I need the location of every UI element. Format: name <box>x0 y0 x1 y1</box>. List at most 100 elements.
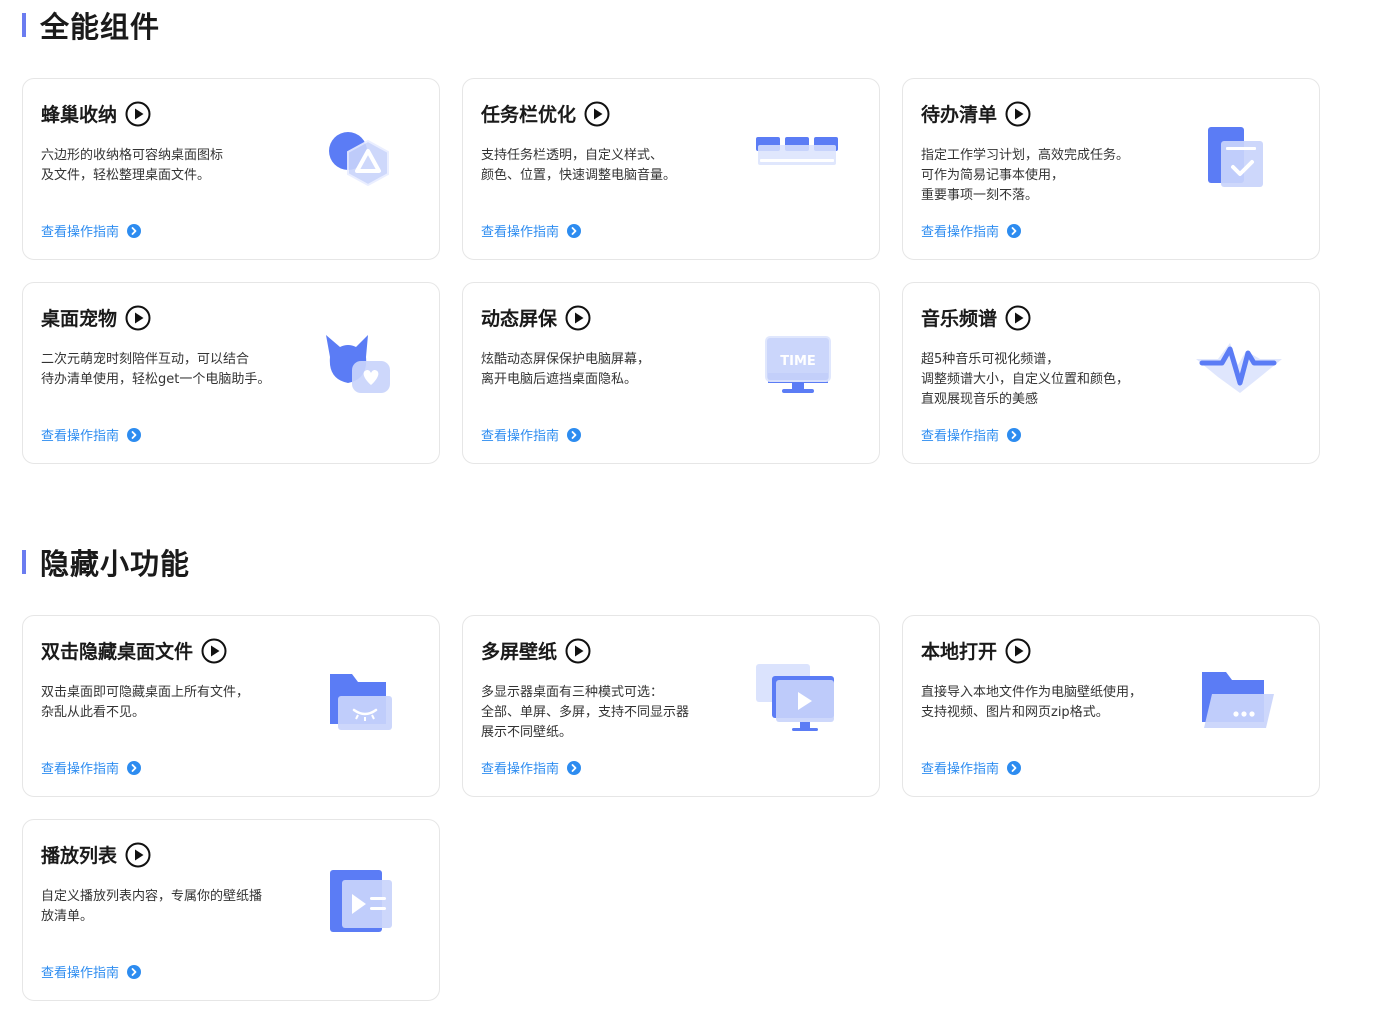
card-description-line: 支持视频、图片和网页zip格式。 <box>921 705 1109 720</box>
chevron-right-icon <box>567 427 582 442</box>
feature-card-taskbar: 任务栏优化 支持任务栏透明，自定义样式、 颜色、位置，快速调整电脑音量。 查看操作… <box>462 78 880 260</box>
view-guide-link[interactable]: 查看操作指南 <box>481 758 582 777</box>
chevron-right-icon <box>1007 760 1022 775</box>
card-description: 多显示器桌面有三种模式可选： 全部、单屏、多屏，支持不同显示器 展示不同壁纸。 <box>481 683 751 743</box>
card-description: 指定工作学习计划，高效完成任务。 可作为简易记事本使用， 重要事项一刻不落。 <box>921 146 1191 206</box>
card-description: 双击桌面即可隐藏桌面上所有文件， 杂乱从此看不见。 <box>41 683 311 723</box>
desktop-pet-icon <box>308 323 408 413</box>
card-description: 自定义播放列表内容，专属你的壁纸播 放清单。 <box>41 887 311 927</box>
card-description-line: 六边形的收纳格可容纳桌面图标 <box>41 148 224 163</box>
card-description: 二次元萌宠时刻陪伴互动，可以结合待办清单使用，轻松get一个电脑助手。 <box>41 350 311 390</box>
card-description-line: 放清单。 <box>41 909 94 924</box>
play-video-icon[interactable] <box>584 101 610 127</box>
feature-card-todo: 待办清单 指定工作学习计划，高效完成任务。 可作为简易记事本使用， 重要事项一刻不落… <box>902 78 1320 260</box>
section-accent-bar <box>22 550 26 574</box>
view-guide-link-text[interactable]: 查看操作指南 <box>41 221 119 240</box>
screensaver-monitor-icon: TIME <box>748 323 848 413</box>
view-guide-link-text[interactable]: 查看操作指南 <box>481 758 559 777</box>
card-description-line: 杂乱从此看不见。 <box>41 705 146 720</box>
chevron-right-icon <box>1007 427 1022 442</box>
play-video-icon[interactable] <box>125 305 151 331</box>
play-video-icon[interactable] <box>1005 101 1031 127</box>
view-guide-link-text[interactable]: 查看操作指南 <box>921 758 999 777</box>
play-video-icon[interactable] <box>125 842 151 868</box>
card-description-line: 重要事项一刻不落。 <box>921 188 1039 203</box>
card-description-line: 颜色、位置，快速调整电脑音量。 <box>481 168 677 183</box>
view-guide-link-text[interactable]: 查看操作指南 <box>921 221 999 240</box>
chevron-right-icon <box>127 223 142 238</box>
chevron-right-icon <box>127 760 142 775</box>
card-header: 多屏壁纸 <box>481 637 591 664</box>
taskbar-icon <box>748 119 848 209</box>
play-video-icon[interactable] <box>1005 638 1031 664</box>
card-description-line: 展示不同壁纸。 <box>481 725 573 740</box>
card-title: 待办清单 <box>921 104 998 126</box>
view-guide-link[interactable]: 查看操作指南 <box>481 221 582 240</box>
multi-monitor-icon <box>748 656 848 746</box>
view-guide-link[interactable]: 查看操作指南 <box>481 425 582 444</box>
card-header: 双击隐藏桌面文件 <box>41 637 227 664</box>
card-title: 动态屏保 <box>481 308 558 330</box>
play-video-icon[interactable] <box>201 638 227 664</box>
card-description-line: 直观展现音乐的美感 <box>921 392 1039 407</box>
play-video-icon[interactable] <box>565 638 591 664</box>
chevron-right-icon <box>1007 223 1022 238</box>
card-description-line: 待办清单使用，轻松get一个电脑助手。 <box>41 372 271 387</box>
card-header: 蜂巢收纳 <box>41 100 151 127</box>
hidden-folder-icon <box>308 656 408 746</box>
card-header: 待办清单 <box>921 100 1031 127</box>
card-title: 播放列表 <box>41 845 118 867</box>
view-guide-link-text[interactable]: 查看操作指南 <box>921 425 999 444</box>
view-guide-link[interactable]: 查看操作指南 <box>921 221 1022 240</box>
view-guide-link[interactable]: 查看操作指南 <box>41 425 142 444</box>
card-header: 播放列表 <box>41 841 151 868</box>
card-description: 炫酷动态屏保保护电脑屏幕， 离开电脑后遮挡桌面隐私。 <box>481 350 751 390</box>
playlist-icon <box>308 860 408 950</box>
music-spectrum-icon <box>1188 323 1288 413</box>
view-guide-link-text[interactable]: 查看操作指南 <box>41 758 119 777</box>
section-title-all-widgets: 全能组件 <box>22 8 160 44</box>
card-description: 支持任务栏透明，自定义样式、 颜色、位置，快速调整电脑音量。 <box>481 146 751 186</box>
view-guide-link[interactable]: 查看操作指南 <box>41 758 142 777</box>
play-video-icon[interactable] <box>1005 305 1031 331</box>
card-description: 直接导入本地文件作为电脑壁纸使用， 支持视频、图片和网页zip格式。 <box>921 683 1191 723</box>
card-description: 六边形的收纳格可容纳桌面图标 及文件，轻松整理桌面文件。 <box>41 146 311 186</box>
card-header: 本地打开 <box>921 637 1031 664</box>
feature-card-localopen: 本地打开 直接导入本地文件作为电脑壁纸使用， 支持视频、图片和网页zip格式。 查… <box>902 615 1320 797</box>
chevron-right-icon <box>127 427 142 442</box>
card-description: 超5种音乐可视化频谱， 调整频谱大小，自定义位置和颜色， 直观展现音乐的美感 <box>921 350 1191 410</box>
view-guide-link[interactable]: 查看操作指南 <box>41 962 142 981</box>
feature-card-playlist: 播放列表 自定义播放列表内容，专属你的壁纸播 放清单。 查看操作指南 <box>22 819 440 1001</box>
feature-card-music: 音乐频谱 超5种音乐可视化频谱， 调整频谱大小，自定义位置和颜色， 直观展现音乐的美… <box>902 282 1320 464</box>
screensaver-badge-text: TIME <box>780 354 816 369</box>
play-video-icon[interactable] <box>565 305 591 331</box>
view-guide-link[interactable]: 查看操作指南 <box>41 221 142 240</box>
feature-card-hidefiles: 双击隐藏桌面文件 双击桌面即可隐藏桌面上所有文件， 杂乱从此看不见。 查看操作指南 <box>22 615 440 797</box>
local-folder-icon <box>1188 656 1288 746</box>
section-title-text: 隐藏小功能 <box>40 547 191 581</box>
card-title: 本地打开 <box>921 641 998 663</box>
card-description-line: 双击桌面即可隐藏桌面上所有文件， <box>41 685 250 700</box>
section-title-hidden-features: 隐藏小功能 <box>22 545 190 581</box>
card-description-line: 二次元萌宠时刻陪伴互动，可以结合 <box>41 352 250 367</box>
view-guide-link-text[interactable]: 查看操作指南 <box>481 221 559 240</box>
card-description-line: 全部、单屏、多屏，支持不同显示器 <box>481 705 690 720</box>
card-description-line: 调整频谱大小，自定义位置和颜色， <box>921 372 1130 387</box>
card-title: 任务栏优化 <box>481 104 577 126</box>
card-description-line: 支持任务栏透明，自定义样式、 <box>481 148 664 163</box>
card-header: 音乐频谱 <box>921 304 1031 331</box>
card-description-line: 可作为简易记事本使用， <box>921 168 1065 183</box>
view-guide-link-text[interactable]: 查看操作指南 <box>41 962 119 981</box>
view-guide-link-text[interactable]: 查看操作指南 <box>41 425 119 444</box>
feature-card-screensaver: 动态屏保 炫酷动态屏保保护电脑屏幕， 离开电脑后遮挡桌面隐私。 查看操作指南 TI… <box>462 282 880 464</box>
feature-card-multiscreen: 多屏壁纸 多显示器桌面有三种模式可选： 全部、单屏、多屏，支持不同显示器 展示不同壁… <box>462 615 880 797</box>
view-guide-link[interactable]: 查看操作指南 <box>921 425 1022 444</box>
view-guide-link[interactable]: 查看操作指南 <box>921 758 1022 777</box>
view-guide-link-text[interactable]: 查看操作指南 <box>481 425 559 444</box>
feature-card-pet: 桌面宠物 二次元萌宠时刻陪伴互动，可以结合待办清单使用，轻松get一个电脑助手。… <box>22 282 440 464</box>
card-description-line: 超5种音乐可视化频谱， <box>921 352 1060 367</box>
section-title-text: 全能组件 <box>40 10 161 44</box>
card-title: 桌面宠物 <box>41 308 118 330</box>
play-video-icon[interactable] <box>125 101 151 127</box>
card-header: 任务栏优化 <box>481 100 610 127</box>
